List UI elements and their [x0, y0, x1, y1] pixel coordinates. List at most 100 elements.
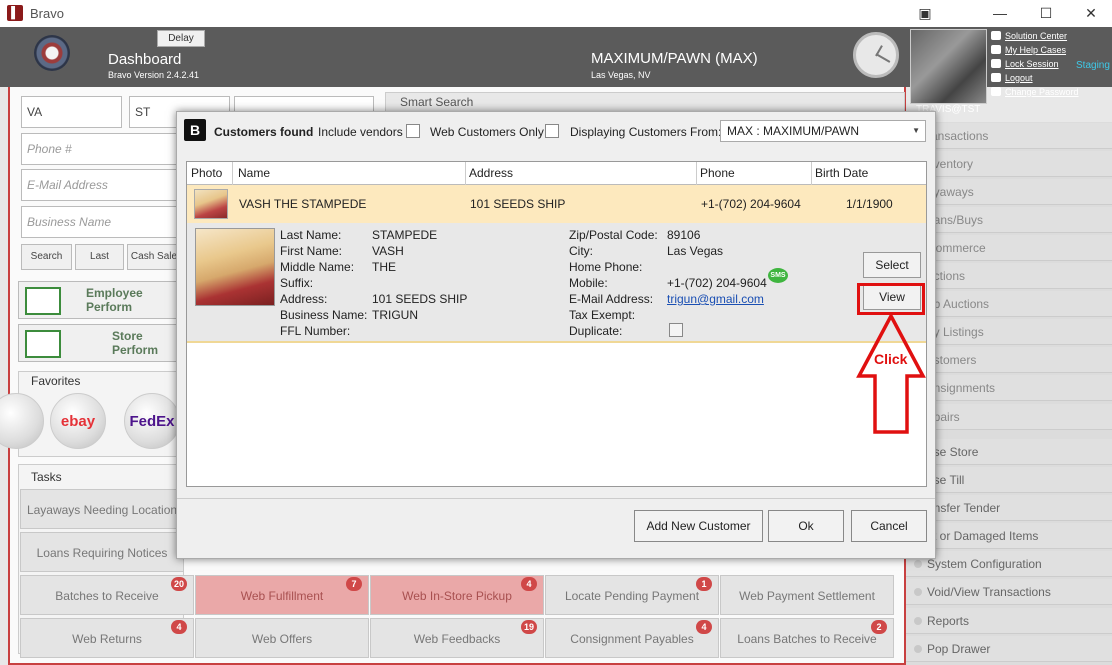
select-button[interactable]: Select [863, 252, 921, 278]
task-web-feedbacks[interactable]: Web Feedbacks 19 [370, 618, 544, 658]
sidebar-item-repairs[interactable]: epairs [906, 404, 1112, 430]
bravo-logo-icon [34, 35, 70, 71]
phone-field[interactable]: Phone # [21, 133, 181, 165]
ok-button[interactable]: Ok [768, 510, 844, 542]
sidebar-item-close-store[interactable]: ose Store [906, 439, 1112, 465]
state-field[interactable]: VA [21, 96, 122, 128]
smart-search-label[interactable]: Smart Search [385, 92, 905, 112]
sidebar-item-close-till[interactable]: ose Till [906, 467, 1112, 493]
cancel-button[interactable]: Cancel [851, 510, 927, 542]
task-locate-pending-payment[interactable]: Locate Pending Payment 1 [545, 575, 719, 615]
task-web-payment-settlement[interactable]: Web Payment Settlement [720, 575, 894, 615]
maximize-button[interactable]: ☐ [1031, 3, 1061, 23]
sidebar-item-auctions[interactable]: uctions [906, 263, 1112, 289]
sidebar-item-pop-drawer[interactable]: Pop Drawer [906, 636, 1112, 662]
store-name: MAXIMUM/PAWN (MAX) [591, 50, 758, 67]
sidebar-item-reports[interactable]: Reports [906, 608, 1112, 634]
store-location: Las Vegas, NV [591, 70, 651, 80]
cash-sale-button[interactable]: Cash Sale [127, 244, 181, 270]
chevron-down-icon: ▼ [912, 126, 920, 135]
search-button[interactable]: Search [21, 244, 72, 270]
employee-performance-tile[interactable]: Employee Perform [18, 281, 184, 319]
delay-button[interactable]: Delay [157, 30, 205, 47]
zip-value: 89106 [667, 228, 701, 242]
task-web-returns[interactable]: Web Returns 4 [20, 618, 194, 658]
duplicate-checkbox[interactable] [669, 323, 683, 337]
dashboard-title: Dashboard [108, 51, 182, 68]
detail-label: Address: [280, 292, 328, 306]
sidebar-item-void-view-transactions[interactable]: Void/View Transactions [906, 579, 1112, 605]
last-button[interactable]: Last [75, 244, 124, 270]
column-photo[interactable]: Photo [187, 162, 233, 185]
fedex-icon[interactable]: FedEx [124, 393, 180, 449]
table-row[interactable]: VASH THE STAMPEDE 101 SEEDS SHIP +1-(702… [187, 185, 926, 223]
address-value: 101 SEEDS SHIP [372, 292, 468, 306]
task-consignment-payables[interactable]: Consignment Payables 4 [545, 618, 719, 658]
solution-center-link[interactable]: Solution Center [991, 31, 1079, 45]
close-button[interactable]: ✕ [1076, 3, 1106, 23]
sidebar-item-lost-damaged[interactable]: st or Damaged Items [906, 523, 1112, 549]
header-links: Solution Center My Help Cases Lock Sessi… [991, 31, 1079, 101]
include-vendors-checkbox[interactable] [406, 124, 420, 138]
task-batches-receive[interactable]: Batches to Receive 20 [20, 575, 194, 615]
row-phone: +1-(702) 204-9604 [701, 197, 801, 211]
sidebar-item-customers[interactable]: ustomers [906, 347, 1112, 373]
sidebar-item-transactions[interactable]: ransactions [906, 123, 1112, 149]
column-name[interactable]: Name [234, 162, 466, 185]
chart-icon [25, 287, 61, 315]
detail-label: Home Phone: [569, 260, 643, 274]
sidebar-item-transfer-tender[interactable]: ansfer Tender [906, 495, 1112, 521]
detail-label: Suffix: [280, 276, 314, 290]
store-select[interactable]: MAX : MAXIMUM/PAWN ▼ [720, 120, 926, 142]
column-birth-date[interactable]: Birth Date [811, 162, 926, 185]
main-menu-sidebar: ransactions nventory ayaways oans/Buys C… [906, 122, 1112, 665]
task-loans-notices[interactable]: Loans Requiring Notices [20, 532, 184, 572]
task-loans-batches-receive[interactable]: Loans Batches to Receive 2 [720, 618, 894, 658]
task-web-offers[interactable]: Web Offers [195, 618, 369, 658]
favorites-title: Favorites [31, 374, 81, 388]
minimize-button[interactable]: — [985, 3, 1015, 23]
first-name-value: VASH [372, 244, 404, 258]
customers-found-dialog: B Customers found Include vendors Web Cu… [176, 111, 936, 559]
email-link[interactable]: trigun@gmail.com [667, 291, 764, 307]
environment-label: Staging [1076, 60, 1110, 71]
sidebar-item-ebay-listings[interactable]: ay Listings [906, 319, 1112, 345]
last-name-value: STAMPEDE [372, 228, 438, 242]
employee-performance-label: Employee Perform [86, 286, 143, 314]
lock-icon [991, 59, 1001, 68]
column-phone[interactable]: Phone [696, 162, 812, 185]
sidebar-item-consignments[interactable]: onsignments [906, 375, 1112, 401]
ebay-icon[interactable]: ebay [50, 393, 106, 449]
row-birth-date: 1/1/1900 [846, 197, 893, 211]
sidebar-item-inventory[interactable]: nventory [906, 151, 1112, 177]
help-cases-link[interactable]: My Help Cases [991, 45, 1079, 59]
task-web-fulfillment[interactable]: Web Fulfillment 7 [195, 575, 369, 615]
sms-icon[interactable]: SMS [768, 268, 788, 283]
logout-link[interactable]: Logout [991, 73, 1079, 87]
lock-session-link[interactable]: Lock Session [991, 59, 1079, 73]
customer-photo-thumb [194, 189, 228, 219]
store-performance-tile[interactable]: Store Perform [18, 324, 184, 362]
email-field[interactable]: E-Mail Address [21, 169, 181, 201]
sidebar-item-web-auctions[interactable]: eb Auctions [906, 291, 1112, 317]
annotation-arrow-icon [856, 312, 926, 434]
task-web-instore-pickup[interactable]: Web In-Store Pickup 4 [370, 575, 544, 615]
sidebar-item-ecommerce[interactable]: Commerce [906, 235, 1112, 261]
snap-icon[interactable]: ▣ [910, 3, 940, 23]
window-title: Bravo [30, 6, 64, 21]
add-new-customer-button[interactable]: Add New Customer [634, 510, 763, 542]
customer-photo [195, 228, 275, 306]
sidebar-item-system-configuration[interactable]: System Configuration [906, 551, 1112, 577]
tasks-title: Tasks [31, 470, 62, 484]
business-name-field[interactable]: Business Name [21, 206, 181, 238]
web-customers-only-checkbox[interactable] [545, 124, 559, 138]
column-address[interactable]: Address [465, 162, 697, 185]
sidebar-item-loans-buys[interactable]: oans/Buys [906, 207, 1112, 233]
user-avatar[interactable] [910, 29, 987, 104]
logout-icon [991, 73, 1001, 82]
middle-name-value: THE [372, 260, 396, 274]
sidebar-item-layaways[interactable]: ayaways [906, 179, 1112, 205]
task-layaways-location[interactable]: Layaways Needing Location [20, 489, 184, 529]
change-password-link[interactable]: Change Password [991, 87, 1079, 101]
dialog-title: Customers found [214, 125, 314, 139]
